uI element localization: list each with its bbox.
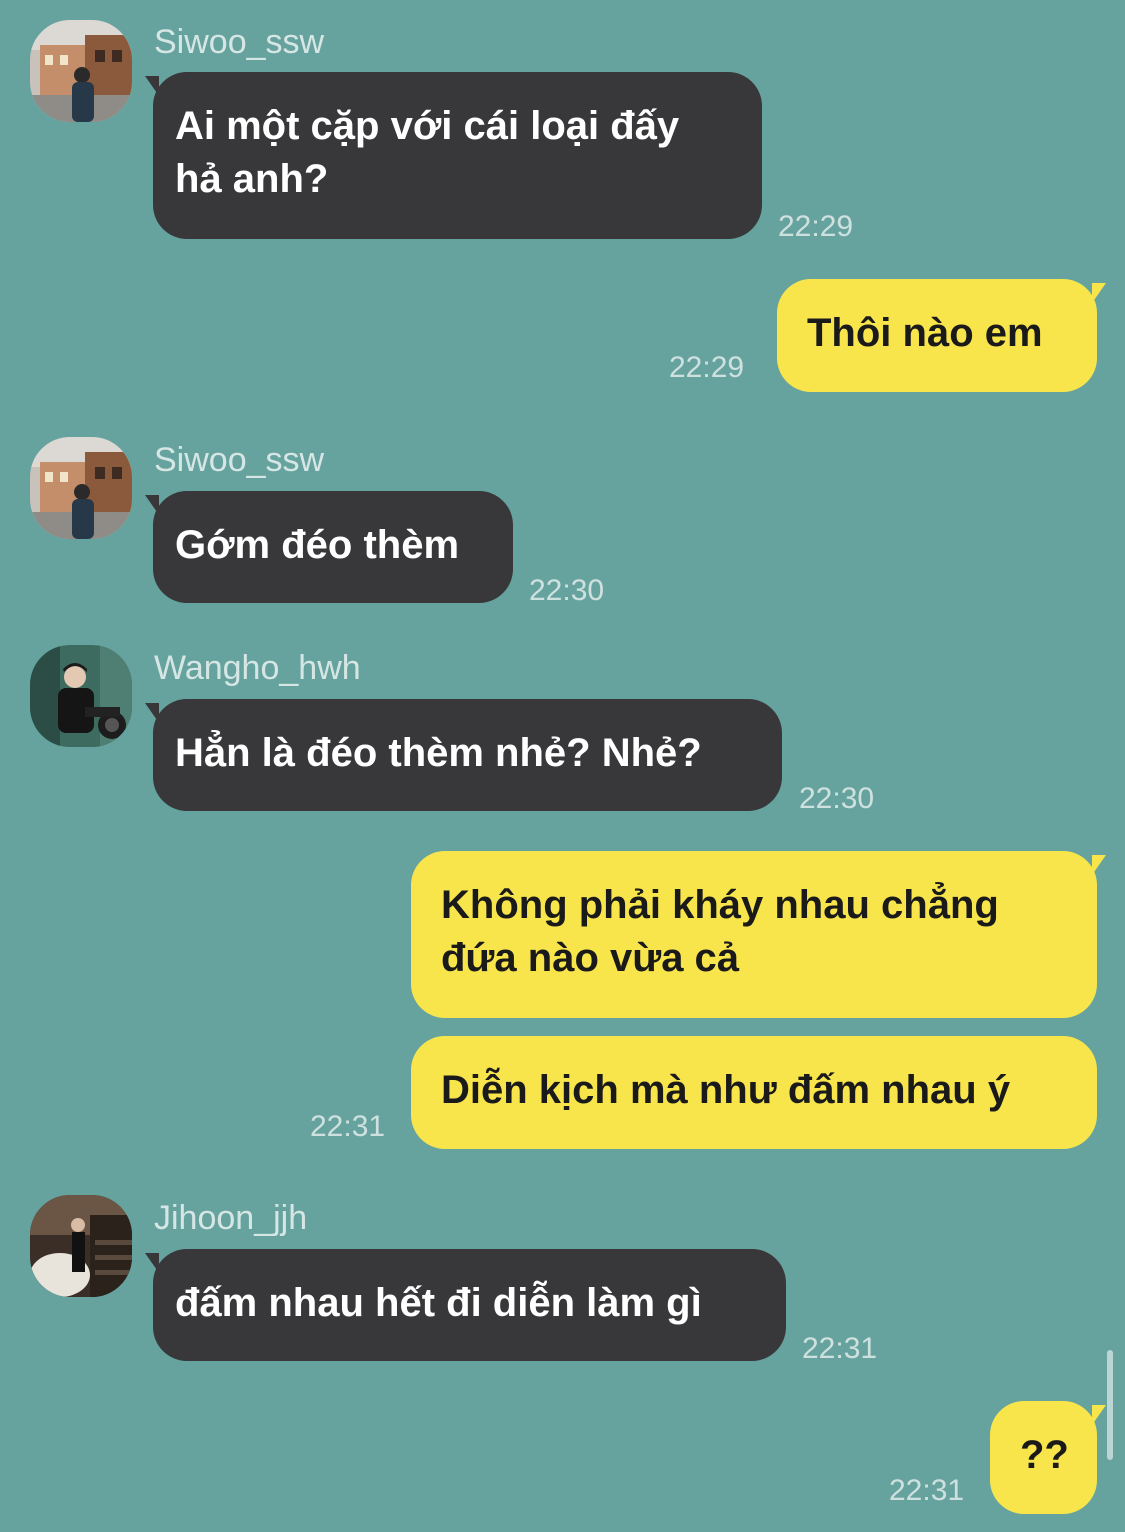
message-time: 22:31 [310,1110,386,1143]
sender-name: Siwoo_ssw [154,441,325,479]
message-bubble[interactable]: Diễn kịch mà như đấm nhau ý [411,1036,1097,1149]
avatar-wangho[interactable] [30,645,132,747]
message-bubble[interactable]: Ai một cặp với cái loại đấy hả anh? [153,72,762,239]
sender-name: Siwoo_ssw [154,23,325,61]
sender-name: Wangho_hwh [154,649,361,687]
message-time: 22:31 [802,1332,878,1365]
message-bubble[interactable]: Không phải kháy nhau chẳng đứa nào vừa c… [411,851,1097,1018]
message-bubble[interactable]: Gớm đéo thèm [153,491,513,603]
avatar-siwoo[interactable] [30,437,132,539]
avatar-siwoo[interactable] [30,20,132,122]
avatar-image [30,1195,132,1297]
avatar-image [30,437,132,539]
message-time: 22:29 [778,210,854,243]
message-bubble[interactable]: Hẳn là đéo thèm nhẻ? Nhẻ? [153,699,782,811]
sender-name: Jihoon_jjh [154,1199,308,1237]
avatar-image [30,20,132,122]
message-bubble[interactable]: Thôi nào em [777,279,1097,392]
message-time: 22:30 [529,574,605,607]
message-time: 22:30 [799,782,875,815]
message-time: 22:29 [669,351,745,384]
scrollbar[interactable] [1107,1350,1113,1460]
avatar-jihoon[interactable] [30,1195,132,1297]
message-time: 22:31 [889,1474,965,1507]
message-bubble[interactable]: ?? [990,1401,1097,1514]
message-bubble[interactable]: đấm nhau hết đi diễn làm gì [153,1249,786,1361]
avatar-image [30,645,132,747]
